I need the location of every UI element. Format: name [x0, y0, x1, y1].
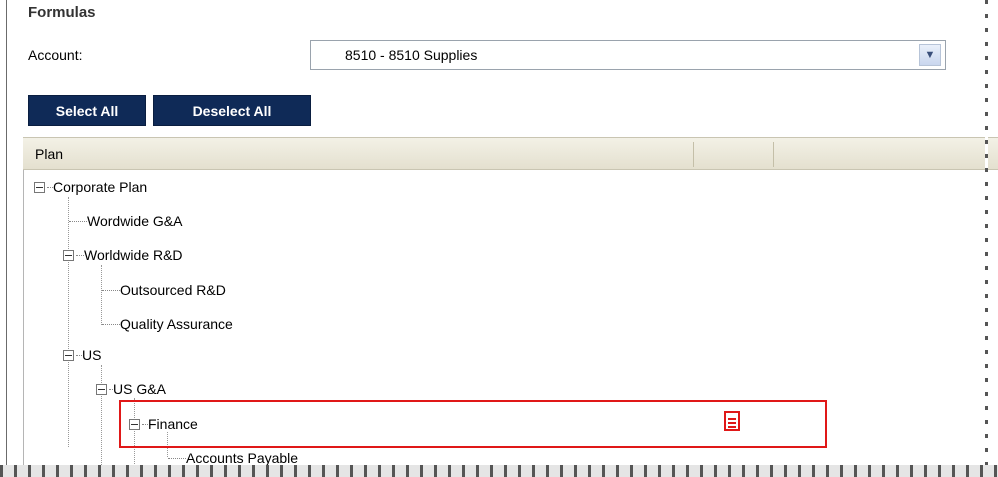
column-header-plan[interactable]: Plan	[35, 146, 63, 162]
tree-node-label: Worldwide R&D	[84, 247, 183, 263]
grid-header: Plan	[23, 137, 998, 170]
tree-node-label: Corporate Plan	[53, 179, 148, 195]
tree-node-outsourced-rd[interactable]: Outsourced R&D	[102, 280, 226, 300]
tree-node-worldwide-rd[interactable]: Worldwide R&D	[63, 245, 183, 265]
tree-node-label: US	[82, 347, 102, 363]
column-separator	[693, 142, 694, 167]
tree-node-us-ga[interactable]: US G&A	[96, 379, 166, 399]
tree-node-label: Outsourced R&D	[120, 282, 226, 298]
tree-node-label: Quality Assurance	[120, 316, 233, 332]
page: Formulas Account: 8510 - 8510 Supplies ▼…	[0, 0, 998, 477]
tree-node-wordwide-ga[interactable]: Wordwide G&A	[69, 211, 182, 231]
torn-edge-bottom	[0, 465, 998, 477]
account-label: Account:	[28, 47, 83, 63]
chevron-down-icon[interactable]: ▼	[919, 44, 941, 66]
grid-border	[23, 137, 24, 467]
tree-node-label: Accounts Payable	[186, 450, 299, 466]
window-border	[6, 0, 7, 465]
tree-node-corporate-plan[interactable]: Corporate Plan	[34, 177, 147, 197]
finance-highlight-box	[119, 400, 827, 448]
account-select-value: 8510 - 8510 Supplies	[345, 47, 478, 63]
account-select[interactable]: 8510 - 8510 Supplies ▼	[310, 40, 946, 70]
collapse-icon[interactable]	[34, 181, 45, 193]
formula-document-icon[interactable]	[724, 411, 740, 431]
tree-node-quality-assurance[interactable]: Quality Assurance	[102, 314, 233, 334]
collapse-icon[interactable]	[63, 249, 74, 261]
torn-edge-right	[985, 0, 988, 470]
select-all-button[interactable]: Select All	[28, 95, 146, 126]
collapse-icon[interactable]	[63, 349, 74, 361]
collapse-icon[interactable]	[96, 383, 107, 395]
tree-node-label: US G&A	[113, 381, 166, 397]
tree-connector	[68, 197, 69, 447]
tree-node-us[interactable]: US	[63, 345, 101, 365]
deselect-all-button[interactable]: Deselect All	[153, 95, 311, 126]
tree-node-label: Wordwide G&A	[87, 213, 183, 229]
column-separator	[773, 142, 774, 167]
section-title: Formulas	[28, 4, 96, 21]
